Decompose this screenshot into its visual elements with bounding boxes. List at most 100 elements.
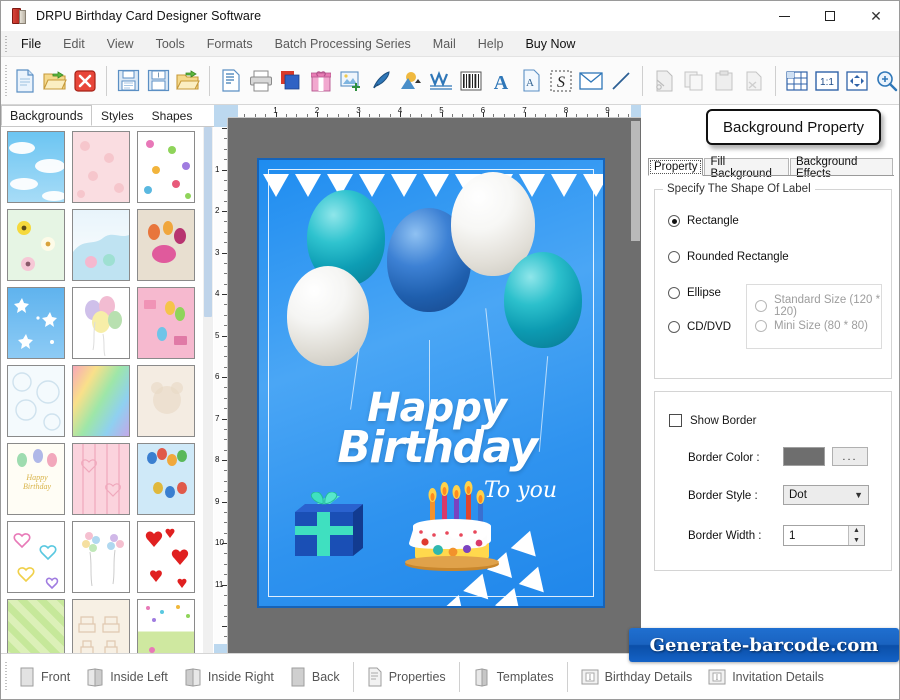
background-thumbnail-list: Happy Birthday <box>1 127 214 653</box>
background-thumbnail-beige-teddy[interactable] <box>137 365 195 437</box>
bottom-button-inside-left[interactable]: Inside Left <box>78 663 176 691</box>
close-button[interactable]: ✕ <box>853 1 899 31</box>
zoom-in-icon[interactable] <box>872 65 900 97</box>
radio-standard-size[interactable]: Standard Size (120 * 120) <box>755 294 881 318</box>
line-icon[interactable] <box>606 65 636 97</box>
border-color-swatch[interactable] <box>783 447 825 466</box>
bottom-button-invitation-details[interactable]: I Invitation Details <box>700 664 832 690</box>
left-panel-scrollbar[interactable] <box>203 127 213 653</box>
grid-icon[interactable] <box>782 65 812 97</box>
background-thumbnail-pastel-balloons-white[interactable] <box>72 287 130 359</box>
envelope-icon[interactable] <box>576 65 606 97</box>
background-thumbnail-green-diagonal-stripes[interactable] <box>7 599 65 653</box>
background-thumbnail-clouds-sky[interactable] <box>7 131 65 203</box>
pen-icon[interactable] <box>366 65 396 97</box>
ruler-v-tick <box>222 543 227 544</box>
border-width-stepper[interactable]: ▲ ▼ <box>848 526 864 545</box>
background-thumbnail-yellow-daisies[interactable] <box>7 209 65 281</box>
bottom-button-front[interactable]: Front <box>11 663 78 691</box>
paste-icon[interactable] <box>709 65 739 97</box>
canvas-area[interactable]: 123456789 1 2 3 4 5 6 7 8 9 10 11 Happy … <box>214 105 641 653</box>
minimize-button[interactable] <box>761 1 807 31</box>
insert-image-icon[interactable] <box>336 65 366 97</box>
background-thumbnail-white-bubbles[interactable] <box>7 365 65 437</box>
background-thumbnail-balloon-bouquets[interactable] <box>72 521 130 593</box>
text-icon[interactable]: A <box>486 65 516 97</box>
open-folder-icon[interactable] <box>40 65 70 97</box>
background-thumbnail-happy-birthday-gold[interactable]: Happy Birthday <box>7 443 65 515</box>
text-on-page-icon[interactable]: A <box>516 65 546 97</box>
show-border-checkbox[interactable]: Show Border <box>669 414 756 427</box>
radio-rectangle-label: Rectangle <box>687 215 739 227</box>
bottom-button-front-label: Front <box>41 669 71 684</box>
fit-to-window-icon[interactable] <box>842 65 872 97</box>
copy-icon[interactable] <box>679 65 709 97</box>
background-thumbnail-winter-pastel-scene[interactable] <box>72 209 130 281</box>
maximize-button[interactable] <box>807 1 853 31</box>
left-panel-scroll-thumb[interactable] <box>204 127 212 317</box>
new-document-icon[interactable] <box>10 65 40 97</box>
radio-rounded-rectangle[interactable]: Rounded Rectangle <box>668 251 789 263</box>
tab-background-effects[interactable]: Background Effects <box>789 156 893 180</box>
bottom-button-templates[interactable]: Templates <box>465 663 562 691</box>
radio-mini-size[interactable]: Mini Size (80 * 80) <box>755 320 868 332</box>
actual-size-icon[interactable]: 1:1 <box>812 65 842 97</box>
bottom-button-properties[interactable]: Properties <box>359 663 454 691</box>
save-as-icon[interactable]: I <box>143 65 173 97</box>
cut-icon[interactable] <box>649 65 679 97</box>
bottom-button-birthday-details[interactable]: I Birthday Details <box>573 664 701 690</box>
menu-item-tools[interactable]: Tools <box>145 34 196 54</box>
shapes-icon[interactable] <box>396 65 426 97</box>
bottom-button-inside-right[interactable]: Inside Right <box>176 663 282 691</box>
canvas-vertical-scrollbar[interactable] <box>630 118 641 653</box>
card-properties-icon[interactable] <box>216 65 246 97</box>
tab-fill-background[interactable]: Fill Background <box>704 156 789 180</box>
border-width-input[interactable]: 1 ▲ ▼ <box>783 525 865 546</box>
background-thumbnail-sky-balloons[interactable] <box>137 443 195 515</box>
background-thumbnail-pink-party-balloons[interactable] <box>137 287 195 359</box>
menu-item-buy-now[interactable]: Buy Now <box>514 34 586 54</box>
menu-item-edit[interactable]: Edit <box>52 34 96 54</box>
paste-special-icon[interactable] <box>739 65 769 97</box>
menu-item-file[interactable]: File <box>10 34 52 54</box>
menu-item-view[interactable]: View <box>96 34 145 54</box>
border-color-browse-button[interactable]: ... <box>832 447 868 466</box>
spinner-up-icon[interactable]: ▲ <box>849 526 864 536</box>
background-thumbnail-rainbow-gradient[interactable] <box>72 365 130 437</box>
delete-red-x-icon[interactable] <box>70 65 100 97</box>
save-icon[interactable] <box>113 65 143 97</box>
gift-icon[interactable] <box>306 65 336 97</box>
tab-styles[interactable]: Styles <box>92 105 143 126</box>
radio-ellipse[interactable]: Ellipse <box>668 287 721 299</box>
border-style-select[interactable]: Dot ▼ <box>783 485 869 505</box>
menu-item-batch-processing-series[interactable]: Batch Processing Series <box>264 34 422 54</box>
background-thumbnail-pink-hearts-stripes[interactable] <box>72 443 130 515</box>
background-thumbnail-pink-floral-soft[interactable] <box>72 131 130 203</box>
menu-item-help[interactable]: Help <box>467 34 515 54</box>
curved-text-icon[interactable]: S <box>546 65 576 97</box>
canvas-scroll-thumb[interactable] <box>631 121 640 241</box>
background-thumbnail-colorful-butterflies[interactable] <box>137 131 195 203</box>
radio-cd-dvd[interactable]: CD/DVD <box>668 321 731 333</box>
background-thumbnail-red-hearts-white[interactable] <box>137 521 195 593</box>
ruler-v-tick <box>224 397 227 399</box>
tab-shapes[interactable]: Shapes <box>143 105 202 126</box>
menu-item-formats[interactable]: Formats <box>196 34 264 54</box>
background-thumbnail-beige-balloons[interactable] <box>137 209 195 281</box>
open-card-icon[interactable] <box>173 65 203 97</box>
background-thumbnail-cream-cakes[interactable] <box>72 599 130 653</box>
tab-backgrounds[interactable]: Backgrounds <box>1 105 92 126</box>
layers-icon[interactable] <box>276 65 306 97</box>
background-thumbnail-pastel-hearts-outline[interactable] <box>7 521 65 593</box>
barcode-icon[interactable] <box>456 65 486 97</box>
card-canvas[interactable]: Happy Birthday To you <box>257 158 605 608</box>
background-thumbnail-green-meadow-confetti[interactable] <box>137 599 195 653</box>
radio-rectangle[interactable]: Rectangle <box>668 215 739 227</box>
background-thumbnail-blue-stars[interactable] <box>7 287 65 359</box>
watermark-text-icon[interactable] <box>426 65 456 97</box>
tab-property[interactable]: Property <box>648 158 704 176</box>
spinner-down-icon[interactable]: ▼ <box>849 536 864 546</box>
bottom-button-back[interactable]: Back <box>282 663 348 691</box>
menu-item-mail[interactable]: Mail <box>422 34 467 54</box>
print-icon[interactable] <box>246 65 276 97</box>
